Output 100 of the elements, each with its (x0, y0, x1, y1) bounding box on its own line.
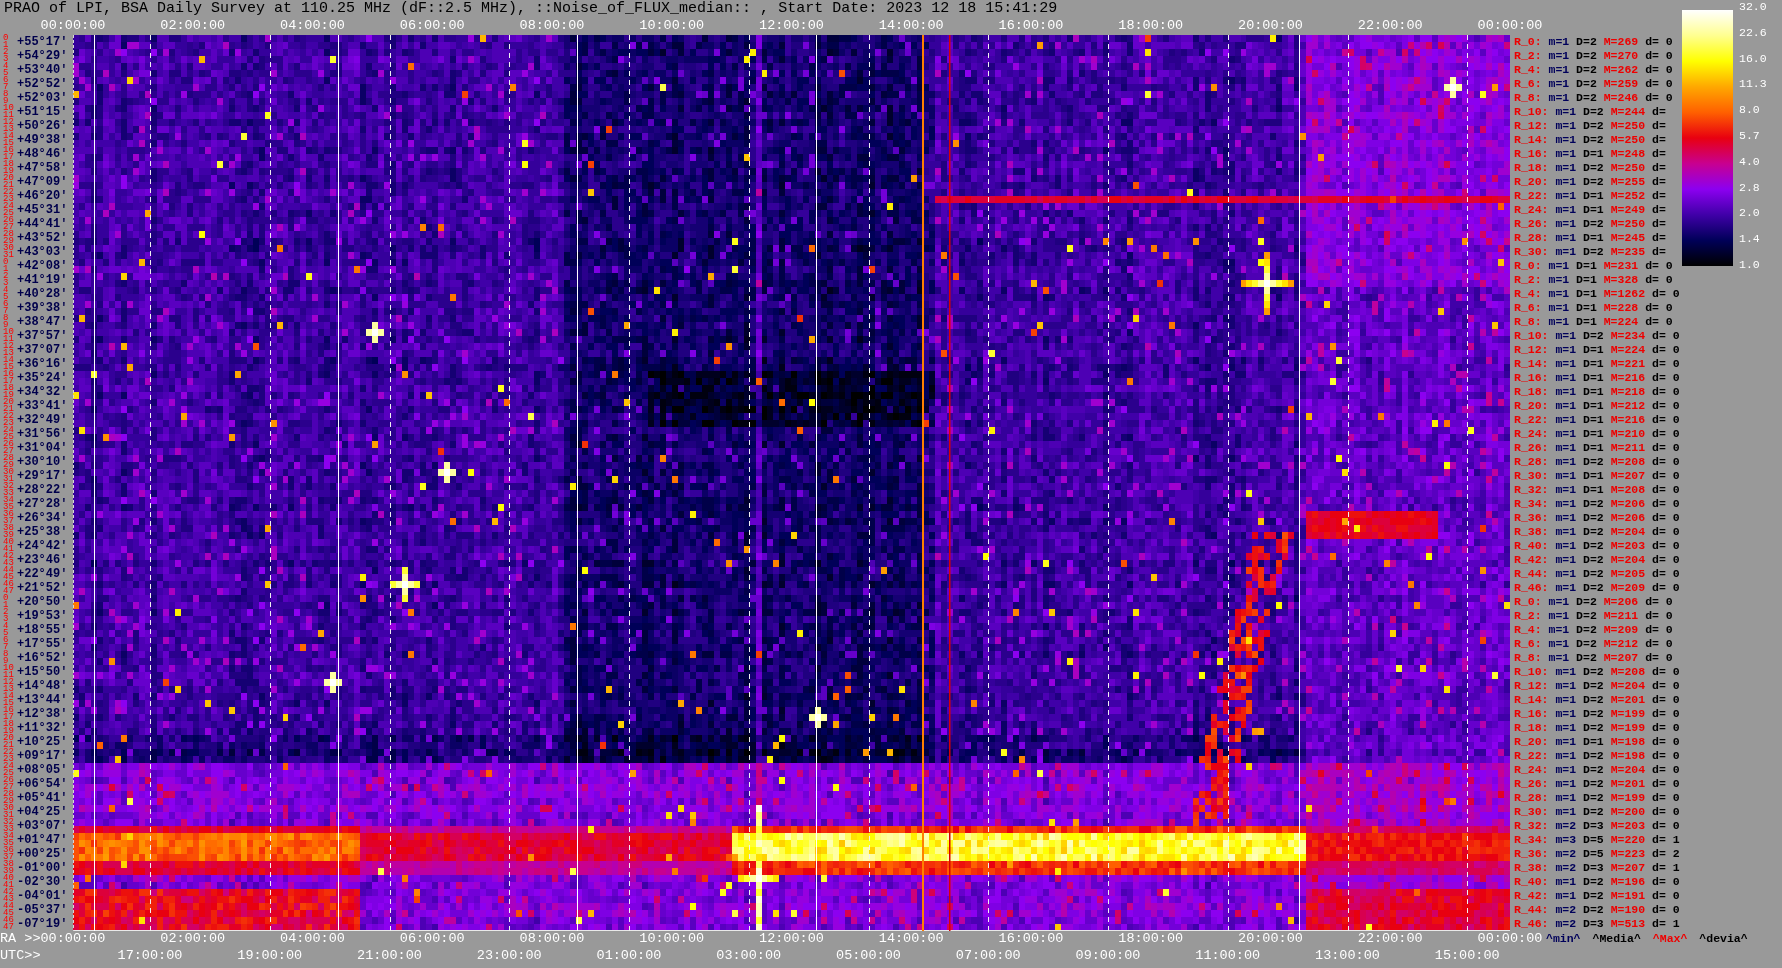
declination-label: +18°55' (17, 623, 68, 637)
declination-label: +15°50' (17, 665, 68, 679)
row-label: R_40: (1514, 875, 1549, 889)
ra-axis-label: 00:00:00 (1477, 931, 1543, 947)
row-index-label: 1 (3, 42, 9, 49)
row-index-label: 41 (3, 882, 14, 889)
deviation-value: d= 0 (1652, 889, 1680, 903)
declination-label: +05°41' (17, 791, 68, 805)
utc-axis-label: 17:00:00 (117, 947, 183, 964)
ra-axis-label: 00:00:00 (40, 931, 106, 947)
ra-axis-label: 04:00:00 (280, 931, 345, 947)
row-index-label: 17 (3, 378, 14, 385)
max-value: M=211 (1603, 609, 1639, 623)
row-label: R_36: (1514, 511, 1549, 525)
max-value: M=207 (1603, 651, 1639, 665)
row-label: R_8: (1514, 91, 1542, 105)
median-value: D=1 (1583, 427, 1604, 441)
min-value: m=1 (1548, 287, 1570, 301)
min-value: m=1 (1555, 441, 1577, 455)
color-scale-tick-label: 5.7 (1739, 129, 1760, 143)
median-value: D=2 (1583, 805, 1604, 819)
color-scale-tick-label: 2.0 (1739, 206, 1760, 221)
declination-label: +31°56' (17, 427, 68, 441)
deviation-value: d= 0 (1652, 749, 1680, 763)
deviation-value: d= 0 (1652, 553, 1680, 567)
min-value: m=1 (1555, 553, 1577, 567)
median-value: D=1 (1576, 259, 1597, 273)
color-scale-tick-label: 1.0 (1739, 257, 1760, 272)
declination-label: +04°25' (17, 805, 68, 819)
deviation-value: d= 0 (1652, 805, 1680, 819)
declination-label: +28°22' (17, 483, 68, 497)
row-label: R_40: (1514, 539, 1549, 553)
min-value: m=1 (1555, 469, 1577, 483)
deviation-value: d= 0 (1652, 287, 1680, 301)
declination-label: +45°31' (17, 203, 68, 217)
time-axis-label: 16:00:00 (998, 18, 1064, 34)
median-value: D=1 (1583, 231, 1604, 245)
declination-label: +11°32' (17, 721, 68, 735)
median-value: D=2 (1583, 889, 1604, 903)
max-value: M=206 (1603, 595, 1639, 609)
min-value: m=1 (1548, 651, 1570, 665)
median-value: D=2 (1576, 595, 1597, 609)
row-index-label: 17 (3, 714, 14, 721)
min-value: m=1 (1555, 329, 1577, 343)
declination-label: +52°03' (17, 91, 68, 105)
min-value: m=2 (1555, 847, 1577, 861)
row-label: R_24: (1514, 427, 1549, 441)
declination-label: +14°48' (17, 679, 68, 693)
declination-label: +34°32' (17, 385, 68, 399)
median-value: D=1 (1576, 301, 1597, 315)
declination-label: -02°30' (17, 875, 68, 889)
median-value: D=2 (1576, 637, 1597, 651)
row-label: R_2: (1514, 49, 1542, 63)
color-scale-tick-label: 16.0 (1739, 51, 1767, 66)
median-value: D=1 (1576, 273, 1597, 287)
row-index-label: 7 (3, 84, 9, 91)
utc-axis-label: 13:00:00 (1315, 947, 1380, 964)
median-value: D=5 (1583, 847, 1604, 861)
deviation-value: d= 0 (1652, 357, 1680, 371)
min-value: m=2 (1555, 917, 1577, 931)
declination-label: +03°07' (17, 819, 68, 833)
row-label: R_38: (1514, 525, 1549, 539)
min-value: m=1 (1555, 791, 1577, 805)
max-value: M=206 (1610, 497, 1646, 511)
row-label: R_20: (1514, 735, 1549, 749)
row-index-label: 17 (3, 154, 14, 161)
max-value: M=250 (1610, 119, 1646, 133)
utc-axis-title: UTC>> (0, 947, 41, 964)
min-value: m=1 (1555, 371, 1577, 385)
max-value: M=248 (1610, 147, 1646, 161)
row-label: R_18: (1514, 721, 1549, 735)
max-value: M=204 (1610, 679, 1646, 693)
deviation-value: d= (1652, 105, 1666, 119)
utc-axis-label: 01:00:00 (596, 947, 662, 964)
median-value: D=3 (1583, 917, 1604, 931)
deviation-value: d= (1652, 245, 1666, 259)
row-label: R_12: (1514, 679, 1549, 693)
max-value: M=255 (1610, 175, 1646, 189)
min-value: m=1 (1555, 217, 1577, 231)
max-value: M=328 (1603, 273, 1639, 287)
row-label: R_30: (1514, 245, 1549, 259)
declination-label: +19°53' (17, 609, 68, 623)
max-value: M=216 (1610, 413, 1646, 427)
utc-axis-label: 05:00:00 (836, 947, 901, 964)
min-value: m=1 (1555, 567, 1577, 581)
row-label: R_4: (1514, 287, 1542, 301)
median-value: D=1 (1583, 469, 1604, 483)
min-value: m=1 (1555, 245, 1577, 259)
declination-label: +06°54' (17, 777, 68, 791)
time-axis-label: 00:00:00 (40, 18, 106, 34)
row-label: R_16: (1514, 371, 1549, 385)
row-label: R_30: (1514, 469, 1549, 483)
min-value: m=1 (1555, 413, 1577, 427)
declination-label: +26°34' (17, 511, 68, 525)
max-value: M=250 (1610, 217, 1646, 231)
row-label: R_4: (1514, 63, 1542, 77)
row-label: R_30: (1514, 805, 1549, 819)
time-axis-label: 06:00:00 (399, 18, 465, 34)
median-value: D=1 (1583, 203, 1604, 217)
ra-axis-label: 02:00:00 (160, 931, 226, 947)
